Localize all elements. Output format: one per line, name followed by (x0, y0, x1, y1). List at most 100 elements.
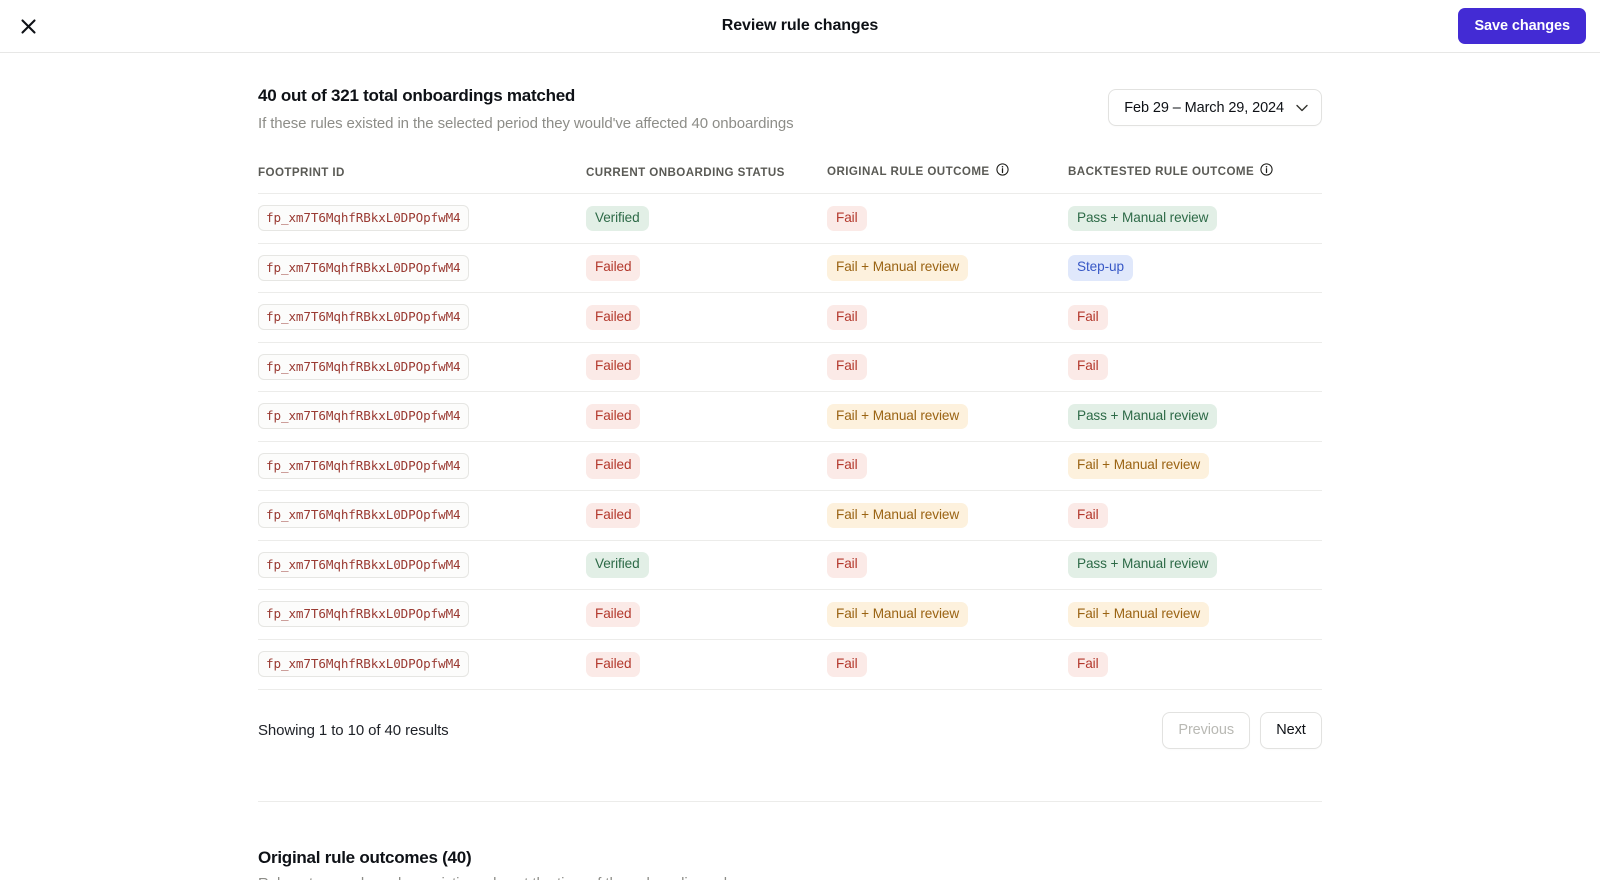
cell-footprint-id: fp_xm7T6MqhfRBkxL0DPOpfwM4 (258, 490, 586, 541)
column-header-backtested-rule-outcome: BACKTESTED RULE OUTCOME (1068, 163, 1322, 194)
table-body: fp_xm7T6MqhfRBkxL0DPOpfwM4 Verified Fail Pa… (258, 193, 1322, 689)
cell-backtested-rule-outcome: Fail (1068, 638, 1322, 689)
status-badge: Failed (586, 502, 641, 529)
cell-original-rule-outcome: Fail + Manual review (827, 490, 1068, 541)
cell-current-onboarding-status: Failed (586, 391, 827, 442)
match-summary-subhead: If these rules existed in the selected p… (258, 114, 794, 132)
chevron-down-icon (1296, 100, 1308, 116)
cell-original-rule-outcome: Fail + Manual review (827, 242, 1068, 293)
footprint-id-chip[interactable]: fp_xm7T6MqhfRBkxL0DPOpfwM4 (258, 353, 469, 380)
previous-page-button[interactable]: Previous (1162, 711, 1250, 749)
cell-footprint-id: fp_xm7T6MqhfRBkxL0DPOpfwM4 (258, 391, 586, 442)
table-row: fp_xm7T6MqhfRBkxL0DPOpfwM4 Verified Fail Pa… (258, 539, 1322, 590)
cell-footprint-id: fp_xm7T6MqhfRBkxL0DPOpfwM4 (258, 638, 586, 689)
original-rule-outcomes-section: Original rule outcomes (40) Rule outcome… (258, 802, 1322, 880)
cell-original-rule-outcome: Fail (827, 193, 1068, 244)
cell-footprint-id: fp_xm7T6MqhfRBkxL0DPOpfwM4 (258, 292, 586, 343)
cell-current-onboarding-status: Failed (586, 638, 827, 689)
close-icon (20, 18, 36, 34)
table-row: fp_xm7T6MqhfRBkxL0DPOpfwM4 Failed Fail Fail… (258, 440, 1322, 491)
info-icon[interactable] (995, 163, 1009, 179)
table-row: fp_xm7T6MqhfRBkxL0DPOpfwM4 Failed Fail + M… (258, 589, 1322, 640)
cell-current-onboarding-status: Verified (586, 539, 827, 590)
status-badge: Failed (586, 601, 641, 628)
cell-footprint-id: fp_xm7T6MqhfRBkxL0DPOpfwM4 (258, 193, 586, 244)
table-row: fp_xm7T6MqhfRBkxL0DPOpfwM4 Failed Fail + M… (258, 490, 1322, 541)
original-outcome-badge: Fail (827, 651, 867, 677)
cell-backtested-rule-outcome: Fail (1068, 490, 1322, 541)
cell-current-onboarding-status: Failed (586, 490, 827, 541)
original-rule-outcomes-title: Original rule outcomes (40) (258, 847, 472, 867)
date-range-value: Feb 29 – March 29, 2024 (1124, 99, 1284, 116)
pagination-controls: Previous Next (1162, 711, 1322, 749)
cell-current-onboarding-status: Failed (586, 440, 827, 491)
column-header-current-onboarding-status: CURRENT ONBOARDING STATUS (586, 163, 827, 194)
main-content: 40 out of 321 total onboardings matched … (0, 53, 1600, 880)
cell-current-onboarding-status: Failed (586, 341, 827, 392)
summary-section: 40 out of 321 total onboardings matched … (258, 85, 1322, 134)
cell-original-rule-outcome: Fail (827, 341, 1068, 392)
cell-footprint-id: fp_xm7T6MqhfRBkxL0DPOpfwM4 (258, 341, 586, 392)
close-button[interactable] (14, 12, 42, 40)
backtested-outcome-badge: Fail + Manual review (1068, 601, 1210, 628)
footprint-id-chip[interactable]: fp_xm7T6MqhfRBkxL0DPOpfwM4 (258, 502, 469, 529)
summary-text: 40 out of 321 total onboardings matched … (258, 85, 794, 134)
cell-backtested-rule-outcome: Pass + Manual review (1068, 391, 1322, 442)
cell-current-onboarding-status: Verified (586, 193, 827, 244)
cell-original-rule-outcome: Fail + Manual review (827, 391, 1068, 442)
match-summary-headline: 40 out of 321 total onboardings matched (258, 86, 576, 105)
date-range-selector[interactable]: Feb 29 – March 29, 2024 (1108, 89, 1322, 126)
page-title: Review rule changes (721, 17, 879, 34)
footprint-id-chip[interactable]: fp_xm7T6MqhfRBkxL0DPOpfwM4 (258, 304, 469, 331)
cell-original-rule-outcome: Fail (827, 292, 1068, 343)
backtested-outcome-badge: Pass + Manual review (1068, 403, 1218, 430)
cell-current-onboarding-status: Failed (586, 292, 827, 343)
column-header-original-rule-outcome: ORIGINAL RULE OUTCOME (827, 163, 1068, 194)
footprint-id-chip[interactable]: fp_xm7T6MqhfRBkxL0DPOpfwM4 (258, 205, 469, 232)
table-row: fp_xm7T6MqhfRBkxL0DPOpfwM4 Verified Fail Pa… (258, 193, 1322, 244)
original-outcome-badge: Fail (827, 453, 867, 479)
cell-backtested-rule-outcome: Pass + Manual review (1068, 539, 1322, 590)
info-icon[interactable] (1260, 163, 1273, 179)
save-changes-button[interactable]: Save changes (1458, 8, 1586, 44)
backtested-outcome-badge: Fail (1068, 304, 1108, 331)
footprint-id-chip[interactable]: fp_xm7T6MqhfRBkxL0DPOpfwM4 (258, 601, 469, 628)
column-label: FOOTPRINT ID (258, 166, 345, 180)
cell-current-onboarding-status: Failed (586, 589, 827, 640)
table-row: fp_xm7T6MqhfRBkxL0DPOpfwM4 Failed Fail Fail (258, 341, 1322, 392)
backtested-outcome-badge: Fail + Manual review (1068, 453, 1210, 479)
table-row: fp_xm7T6MqhfRBkxL0DPOpfwM4 Failed Fail Fail (258, 292, 1322, 343)
next-page-button[interactable]: Next (1260, 711, 1322, 749)
status-badge: Failed (586, 651, 641, 677)
status-badge: Verified (586, 552, 649, 578)
cell-footprint-id: fp_xm7T6MqhfRBkxL0DPOpfwM4 (258, 242, 586, 293)
footprint-id-chip[interactable]: fp_xm7T6MqhfRBkxL0DPOpfwM4 (258, 551, 469, 578)
footprint-id-chip[interactable]: fp_xm7T6MqhfRBkxL0DPOpfwM4 (258, 651, 469, 678)
original-outcome-badge: Fail + Manual review (827, 255, 969, 281)
cell-original-rule-outcome: Fail + Manual review (827, 589, 1068, 640)
cell-original-rule-outcome: Fail (827, 539, 1068, 590)
backtested-outcome-badge: Fail (1068, 651, 1108, 677)
results-count: Showing 1 to 10 of 40 results (258, 721, 449, 739)
footprint-id-chip[interactable]: fp_xm7T6MqhfRBkxL0DPOpfwM4 (258, 403, 469, 430)
cell-footprint-id: fp_xm7T6MqhfRBkxL0DPOpfwM4 (258, 589, 586, 640)
backtested-outcome-badge: Pass + Manual review (1068, 552, 1218, 578)
modal-header: Review rule changes Save changes (0, 0, 1600, 53)
status-badge: Verified (586, 205, 649, 232)
status-badge: Failed (586, 403, 641, 430)
column-label: ORIGINAL RULE OUTCOME (827, 164, 990, 178)
original-outcome-badge: Fail (827, 304, 867, 331)
column-label: BACKTESTED RULE OUTCOME (1068, 164, 1255, 178)
backtested-outcome-badge: Fail (1068, 354, 1108, 380)
cell-backtested-rule-outcome: Fail (1068, 292, 1322, 343)
footprint-id-chip[interactable]: fp_xm7T6MqhfRBkxL0DPOpfwM4 (258, 254, 469, 281)
cell-footprint-id: fp_xm7T6MqhfRBkxL0DPOpfwM4 (258, 440, 586, 491)
original-outcome-badge: Fail + Manual review (827, 601, 969, 628)
footprint-id-chip[interactable]: fp_xm7T6MqhfRBkxL0DPOpfwM4 (258, 452, 469, 479)
table-row: fp_xm7T6MqhfRBkxL0DPOpfwM4 Failed Fail + M… (258, 242, 1322, 293)
backtest-results-table: FOOTPRINT ID CURRENT ONBOARDING STATUS O… (258, 163, 1322, 689)
column-label: CURRENT ONBOARDING STATUS (586, 166, 785, 180)
table-footer: Showing 1 to 10 of 40 results Previous N… (258, 688, 1322, 771)
cell-footprint-id: fp_xm7T6MqhfRBkxL0DPOpfwM4 (258, 539, 586, 590)
status-badge: Failed (586, 255, 641, 281)
